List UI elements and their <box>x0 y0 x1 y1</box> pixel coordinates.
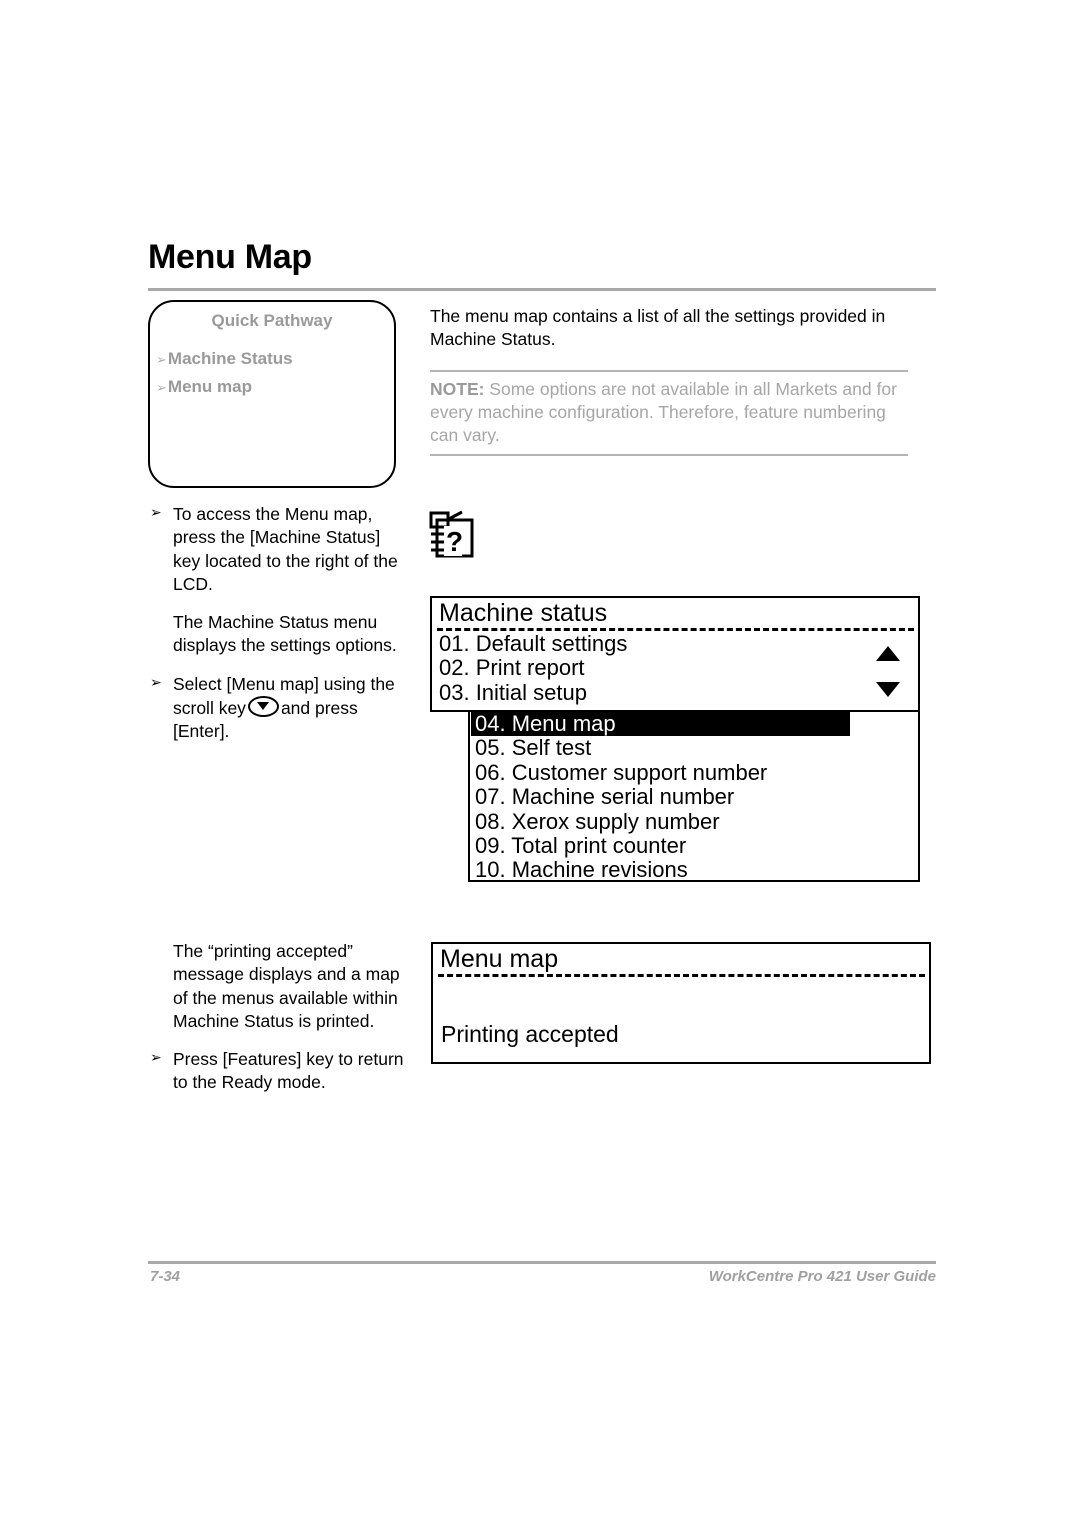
quick-pathway-list: ➢Machine Status ➢Menu map <box>150 345 394 400</box>
lcd-menu-row[interactable]: 02. Print report <box>439 655 918 680</box>
note-label: NOTE: <box>430 378 485 399</box>
footer-page-number: 7-34 <box>150 1268 181 1285</box>
scroll-down-key-icon <box>247 695 279 717</box>
lcd-menu-row[interactable]: 10. Machine revisions <box>475 858 918 883</box>
note-block: NOTE: Some options are not available in … <box>430 369 908 457</box>
arrow-bullet-icon: ➢ <box>156 352 167 367</box>
lcd-menu-row-selected[interactable]: 04. Menu map <box>471 711 850 737</box>
instruction-step-3: ➢ Press [Features] key to return to the … <box>148 1048 416 1095</box>
arrow-bullet-icon: ➢ <box>156 379 167 395</box>
quick-pathway-item: ➢Machine Status <box>156 345 394 373</box>
note-text: NOTE: Some options are not available in … <box>430 378 908 448</box>
quick-pathway-box: Quick Pathway ➢Machine Status ➢Menu map <box>148 300 396 488</box>
svg-text:?: ? <box>446 526 463 557</box>
instruction-result-text: The “printing accepted” message displays… <box>173 941 400 1031</box>
scroll-down-arrow-icon[interactable] <box>876 682 900 697</box>
lcd-menu-row[interactable]: 06. Customer support number <box>475 760 918 785</box>
menu-map-help-icon: ? <box>428 510 478 562</box>
quick-pathway-item-label: Menu map <box>167 376 252 396</box>
instruction-step-1-text: To access the Menu map, press the [Machi… <box>173 504 398 594</box>
lcd-menu-row[interactable]: 05. Self test <box>475 735 918 760</box>
instruction-step-3-text: Press [Features] key to return to the Re… <box>173 1049 404 1093</box>
lcd-menu-row[interactable]: 09. Total print counter <box>475 833 918 858</box>
lcd-menu-row[interactable]: 07. Machine serial number <box>475 784 918 809</box>
page-title: Menu Map <box>148 238 312 276</box>
lcd-menu-map-message: Printing accepted <box>441 1021 619 1047</box>
arrow-bullet-icon: ➢ <box>150 1049 162 1066</box>
scroll-up-arrow-icon[interactable] <box>876 646 900 661</box>
lcd-menu-row[interactable]: 08. Xerox supply number <box>475 809 918 834</box>
lcd-menu-map-header: Menu map <box>440 945 559 973</box>
lcd-menu-map-panel: Menu map Printing accepted <box>431 942 931 1064</box>
quick-pathway-item-label: Machine Status <box>167 349 293 368</box>
lcd-machine-status-sublist: 04. Menu map 05. Self test 06. Customer … <box>468 710 920 882</box>
lcd-sublist-rows: 04. Menu map 05. Self test 06. Customer … <box>470 710 918 883</box>
title-divider <box>148 288 936 291</box>
lcd-menu-row[interactable]: 01. Default settings <box>439 631 918 656</box>
quick-pathway-item: ➢Menu map <box>156 373 394 401</box>
lcd-menu-row[interactable]: 03. Initial setup <box>439 680 918 705</box>
lcd-machine-status-rows: 01. Default settings 02. Print report 03… <box>432 631 918 705</box>
arrow-bullet-icon: ➢ <box>150 673 162 690</box>
lcd-machine-status-panel: Machine status 01. Default settings 02. … <box>430 596 920 712</box>
intro-paragraph: The menu map contains a list of all the … <box>430 306 886 350</box>
quick-pathway-heading: Quick Pathway <box>211 311 333 330</box>
lcd-machine-status-header: Machine status <box>439 599 608 627</box>
instruction-step-2: ➢ Select [Menu map] using the scroll key… <box>148 673 410 744</box>
instruction-note-1: The Machine Status menu displays the set… <box>173 612 397 656</box>
instruction-step-1: ➢ To access the Menu map, press the [Mac… <box>148 503 410 596</box>
right-column-intro-area: The menu map contains a list of all the … <box>430 305 908 457</box>
note-body: Some options are not available in all Ma… <box>430 378 897 446</box>
left-instructions-lower: The “printing accepted” message displays… <box>148 940 416 1110</box>
left-instructions-upper: ➢ To access the Menu map, press the [Mac… <box>148 503 410 758</box>
arrow-bullet-icon: ➢ <box>150 504 162 520</box>
footer-guide-name: WorkCentre Pro 421 User Guide <box>708 1268 936 1285</box>
footer-divider <box>148 1261 936 1264</box>
